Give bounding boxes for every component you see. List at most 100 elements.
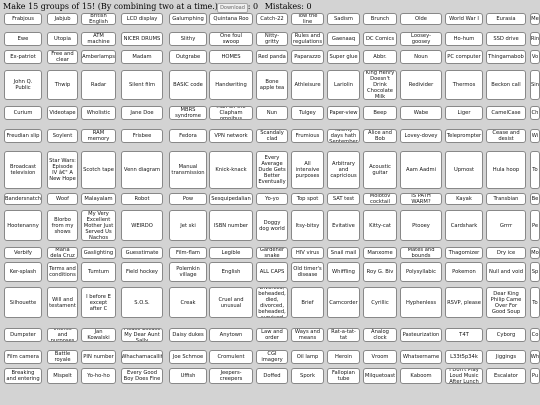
word-tile[interactable]: Galumphing (169, 13, 207, 25)
word-tile[interactable]: Outgrabe (169, 50, 207, 64)
word-tile[interactable]: Ch (530, 106, 540, 120)
word-tile[interactable]: Intents and purposes (47, 328, 78, 342)
word-tile[interactable]: Battle royale (47, 350, 78, 364)
word-tile[interactable]: Kayak (445, 193, 483, 205)
word-tile[interactable]: Ptooey (400, 210, 442, 241)
word-tile[interactable]: I before E except after C (81, 287, 116, 318)
word-tile[interactable]: Vo (530, 50, 540, 64)
word-tile[interactable]: Quintana Roo (209, 13, 253, 25)
word-tile[interactable]: ISBN number (209, 210, 253, 241)
word-tile[interactable]: Nitty-gritty (256, 32, 288, 46)
word-tile[interactable]: Rules and regulations (291, 32, 324, 46)
word-tile[interactable]: Amberlamps (81, 50, 116, 64)
word-tile[interactable]: Curium (4, 106, 42, 120)
word-tile[interactable]: Fedora (169, 129, 207, 143)
word-tile[interactable]: Daisy dukes (169, 328, 207, 342)
word-tile[interactable]: Verbify (4, 247, 42, 259)
word-tile[interactable]: Ewe (4, 32, 42, 46)
word-tile[interactable]: Top spot (291, 193, 324, 205)
word-tile[interactable]: Free and clear (47, 50, 78, 64)
word-tile[interactable]: Vroom (363, 350, 397, 364)
word-tile[interactable]: Grrrr (486, 210, 526, 241)
word-tile[interactable]: Tumtum (81, 262, 116, 282)
word-tile[interactable]: Ways and means (291, 328, 324, 342)
word-tile[interactable]: Hyphenless (400, 287, 442, 318)
word-tile[interactable]: Upmost (445, 151, 483, 189)
word-tile[interactable]: Woof (47, 193, 78, 205)
word-tile[interactable]: Mispelt (47, 368, 78, 384)
word-tile[interactable]: Noun (400, 50, 442, 64)
word-tile[interactable]: British English (81, 13, 116, 25)
word-tile[interactable]: Wh (530, 350, 540, 364)
word-tile[interactable]: Evitative (327, 210, 360, 241)
word-tile[interactable]: Bone apple tea (256, 70, 288, 100)
word-tile[interactable]: MBRS syndrome (169, 106, 207, 120)
word-tile[interactable]: Terms and conditions (47, 262, 78, 282)
word-tile[interactable]: Radar (81, 70, 116, 100)
word-tile[interactable]: Yo-yo (256, 193, 288, 205)
word-tile[interactable]: CGI imagery (256, 350, 288, 364)
word-tile[interactable]: Guesstimate (121, 247, 163, 259)
word-tile[interactable]: Anytown (209, 328, 253, 342)
word-tile[interactable]: HOMES (209, 50, 253, 64)
word-tile[interactable]: Thermos (445, 70, 483, 100)
word-tile[interactable]: PIN number (81, 350, 116, 364)
word-tile[interactable]: Polemkin village (169, 262, 207, 282)
word-tile[interactable]: Twenty days hath September (327, 129, 360, 143)
word-tile[interactable]: Wholistic (81, 106, 116, 120)
word-tile[interactable]: Frumious (291, 129, 324, 143)
word-tile[interactable]: Ho-hum (445, 32, 483, 46)
word-tile[interactable]: Super glue (327, 50, 360, 64)
word-tile[interactable]: Gaslighting (81, 247, 116, 259)
word-tile[interactable]: Cromulent (209, 350, 253, 364)
word-tile[interactable]: Gaenaaq (327, 32, 360, 46)
word-tile[interactable]: Nun (256, 106, 288, 120)
word-tile[interactable]: Film-flam (169, 247, 207, 259)
word-tile[interactable]: Blorbo from my shows (47, 210, 78, 241)
word-tile[interactable]: Sesquipedalian (209, 193, 253, 205)
word-tile[interactable]: Sadism (327, 13, 360, 25)
word-tile[interactable]: NICER DRUMS (121, 32, 163, 46)
word-tile[interactable]: Dear King Philip Came Over For Good Soup (486, 287, 526, 318)
word-tile[interactable]: Catch-22 (256, 13, 288, 25)
word-tile[interactable]: Athleisure (291, 70, 324, 100)
word-tile[interactable]: Oil lamp (291, 350, 324, 364)
word-tile[interactable]: Old timer's disease (291, 262, 324, 282)
word-tile[interactable]: Pe (530, 210, 540, 241)
word-tile[interactable]: Scotch tape (81, 151, 116, 189)
word-tile[interactable]: Maria dela Cruz (47, 247, 78, 259)
word-tile[interactable]: Bandersnatch (4, 193, 42, 205)
word-tile[interactable]: Frabjous (4, 13, 42, 25)
word-tile[interactable]: Alice and Bob (363, 129, 397, 143)
word-tile[interactable]: Field hockey (121, 262, 163, 282)
word-tile[interactable]: Cyrillic (363, 287, 397, 318)
word-tile[interactable]: Handwriting (209, 70, 253, 100)
word-tile[interactable]: Paper-view (327, 106, 360, 120)
word-tile[interactable]: Sp (530, 262, 540, 282)
word-tile[interactable]: Videotape (47, 106, 78, 120)
word-tile[interactable]: Aam Aadmi (400, 151, 442, 189)
word-tile[interactable]: Hootenanny (4, 210, 42, 241)
word-tile[interactable]: Thagomizer (445, 247, 483, 259)
word-tile[interactable]: Please Excuse My Dear Aunt Sally (121, 328, 163, 342)
word-tile[interactable]: Law and order (256, 328, 288, 342)
word-tile[interactable]: RSVP, please (445, 287, 483, 318)
word-tile[interactable]: BASIC code (169, 70, 207, 100)
word-tile[interactable]: Teleprompter (445, 129, 483, 143)
word-tile[interactable]: ATM machine (81, 32, 116, 46)
word-tile[interactable]: Brief (291, 287, 324, 318)
word-tile[interactable]: Olde (400, 13, 442, 25)
word-tile[interactable]: English (209, 262, 253, 282)
word-tile[interactable]: Snail mail (327, 247, 360, 259)
word-tile[interactable]: Tulgey (291, 106, 324, 120)
word-tile[interactable]: Wabe (400, 106, 442, 120)
word-tile[interactable]: Abbr. (363, 50, 397, 64)
word-tile[interactable]: Knick-knack (209, 151, 253, 189)
word-tile[interactable]: Doggy dog world (256, 210, 288, 241)
word-tile[interactable]: To (530, 151, 540, 189)
word-tile[interactable]: Yo-ho-ho (81, 368, 116, 384)
word-tile[interactable]: Madam (121, 50, 163, 64)
word-tile[interactable]: Molotov cocktail (363, 193, 397, 205)
word-tile[interactable]: Be (530, 193, 540, 205)
word-tile[interactable]: Jiggings (486, 350, 526, 364)
